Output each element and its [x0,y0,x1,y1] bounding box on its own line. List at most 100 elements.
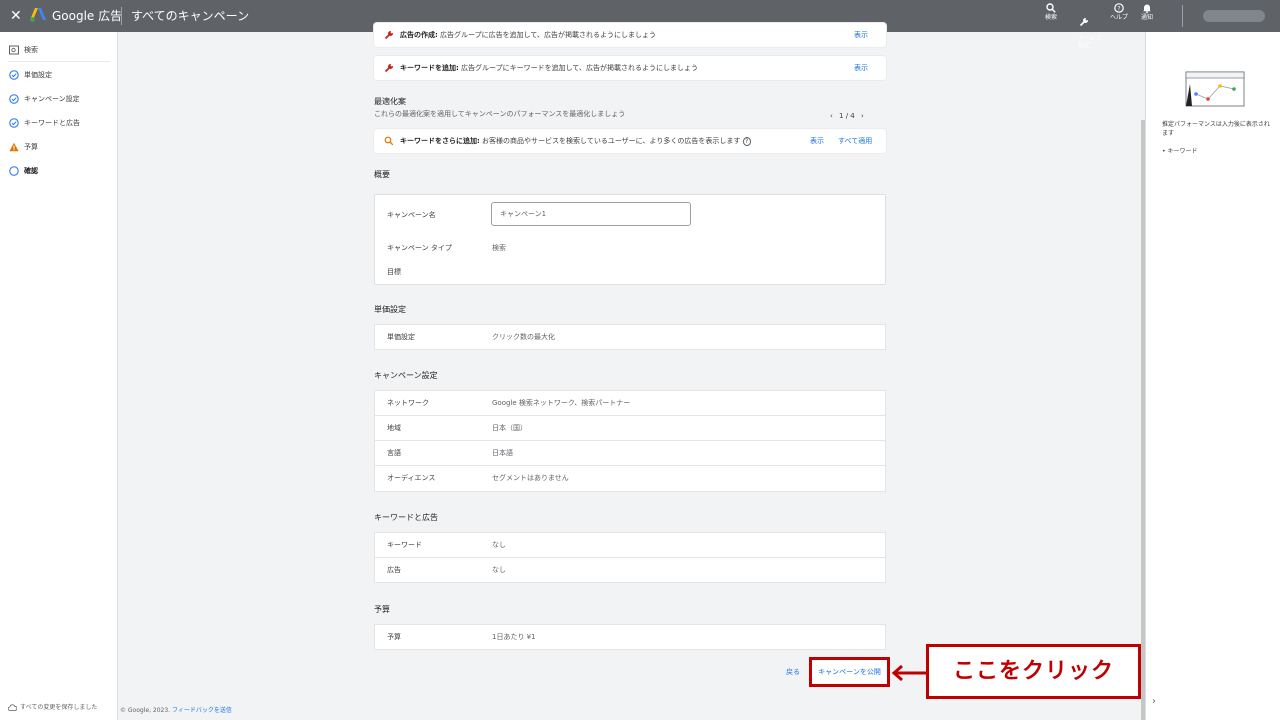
performance-note: 推定パフォーマンスは入力後に表示されます [1162,121,1270,137]
performance-panel: 推定パフォーマンスは入力後に表示されます • キーワード › [1145,32,1280,720]
row-value: 日本（国） [492,424,527,432]
tools-settings-button[interactable]: ツールと 設定 [1070,3,1102,56]
step-review[interactable]: 確認 [0,160,117,182]
row-key: オーディエンス [387,474,436,482]
sidebar-divider [8,61,110,62]
row-value: なし [492,541,506,549]
search-tool-label: 検索 [1044,14,1057,21]
step-label: 単価設定 [24,71,52,79]
optimization-title: 最適化案 [374,97,406,106]
keywords-row: キーワード なし [374,532,886,558]
search-tool-button[interactable]: 検索 [1042,3,1060,21]
goal-label: 目標 [387,268,401,276]
tip-view-link[interactable]: 表示 [854,23,868,47]
tip-text: キーワードをさらに追加: お客様の商品やサービスを検索しているユーザーに、より多… [400,129,751,154]
row-value: クリック数の最大化 [492,333,555,341]
wrench-icon [384,63,394,73]
publish-campaign-button[interactable]: キャンペーンを公開 [809,657,890,687]
step-budget[interactable]: 予算 [0,136,117,158]
info-icon[interactable]: ? [742,137,751,146]
tip-view-link[interactable]: 表示 [854,56,868,80]
pager-count: 1 / 4 [839,112,855,120]
tip-create-ad: 広告の作成: 広告グループに広告を追加して、広告が掲載されるようにしましょう 表… [374,23,886,47]
help-button[interactable]: ? ヘルプ [1108,3,1130,21]
close-icon[interactable]: ✕ [10,7,22,25]
step-search[interactable]: 検索 [0,39,117,61]
budget-title: 予算 [374,605,390,614]
tip-more-keywords: キーワードをさらに追加: お客様の商品やサービスを検索しているユーザーに、より多… [374,129,886,153]
page-title: すべてのキャンペーン [131,9,250,23]
bell-icon [1143,4,1151,13]
check-circle-icon [9,94,19,104]
chevron-right-icon[interactable]: › [1152,696,1156,707]
step-bidding[interactable]: 単価設定 [0,64,117,86]
row-value: Google 検索ネットワーク、検索パートナー [492,399,631,407]
row-key: キーワード [387,541,422,549]
search-icon [384,136,394,146]
tip-view-link[interactable]: 表示 [810,129,824,153]
campaign-steps-sidebar: 検索 単価設定 キャンペーン設定 キーワードと広告 予算 確認 すべての変更を保… [0,32,118,720]
campaign-name-input[interactable] [491,202,691,226]
row-key: 言語 [387,449,401,457]
circle-icon [9,166,19,176]
google-ads-logo [30,8,46,22]
tip-bold: 広告の作成: [400,31,438,39]
row-value: 1日あたり ¥1 [492,633,536,641]
bidding-title: 単価設定 [374,305,406,314]
tip-body: 広告グループに広告を追加して、広告が掲載されるようにしましょう [437,31,657,39]
performance-chart-illustration [1185,71,1245,107]
bidding-row: 単価設定 クリック数の最大化 [374,324,886,350]
settings-row-audience: オーディエンス セグメントはありません [374,465,886,492]
save-status-text: すべての変更を保存しました [20,704,98,711]
check-circle-icon [9,70,19,80]
step-label: 確認 [24,167,38,175]
search-icon [1046,3,1056,13]
settings-row-language: 言語 日本語 [374,440,886,466]
tip-body: 広告グループにキーワードを追加して、広告が掲載されるようにしましょう [458,64,699,72]
row-key: 単価設定 [387,333,415,341]
step-label: キャンペーン設定 [24,95,80,103]
warning-icon [9,142,19,152]
search-campaign-icon [9,45,19,55]
cloud-done-icon [7,704,18,711]
copyright: © Google, 2023. [120,707,171,714]
performance-bullet: • キーワード [1162,148,1198,155]
budget-row: 予算 1日あたり ¥1 [374,624,886,650]
keywords-ads-title: キーワードと広告 [374,513,438,522]
account-switcher[interactable] [1182,5,1272,27]
step-campaign-settings[interactable]: キャンペーン設定 [0,88,117,110]
back-button[interactable]: 戻る [786,667,800,677]
step-label: キーワードと広告 [24,119,80,127]
help-icon: ? [1114,3,1124,13]
svg-text:?: ? [1117,5,1120,12]
row-key: 予算 [387,633,401,641]
tip-bold: キーワードを追加: [400,64,459,72]
wrench-icon [1079,17,1089,27]
row-value: セグメントはありません [492,474,569,482]
tip-bold: キーワードをさらに追加: [400,137,480,145]
check-circle-icon [9,118,19,128]
feedback-link[interactable]: フィードバックを送信 [172,707,232,714]
row-value: 日本語 [492,449,513,457]
ads-row: 広告 なし [374,557,886,583]
click-here-callout: ここをクリック [926,644,1141,699]
apply-all-link[interactable]: すべて適用 [838,129,872,153]
notifications-label: 通知 [1140,14,1153,21]
tip-text: 広告の作成: 広告グループに広告を追加して、広告が掲載されるようにしましょう [400,23,656,47]
row-key: 広告 [387,566,401,574]
overview-title: 概要 [374,170,390,179]
chevron-right-icon[interactable]: › [861,112,864,120]
step-label: 予算 [24,143,38,151]
help-label: ヘルプ [1109,14,1128,21]
step-keywords-ads[interactable]: キーワードと広告 [0,112,117,134]
row-key: 地域 [387,424,401,432]
title-divider [121,7,122,25]
tip-add-keywords: キーワードを追加: 広告グループにキーワードを追加して、広告が掲載されるようにし… [374,56,886,80]
campaign-type-value: 検索 [492,244,506,252]
optimization-pager: ‹ 1 / 4 › [830,110,864,122]
campaign-name-label: キャンペーン名 [387,211,436,219]
campaign-type-label: キャンペーン タイプ [387,244,452,252]
campaign-settings-title: キャンペーン設定 [374,371,438,380]
notifications-button[interactable]: 通知 [1139,3,1155,21]
chevron-left-icon[interactable]: ‹ [830,112,833,120]
